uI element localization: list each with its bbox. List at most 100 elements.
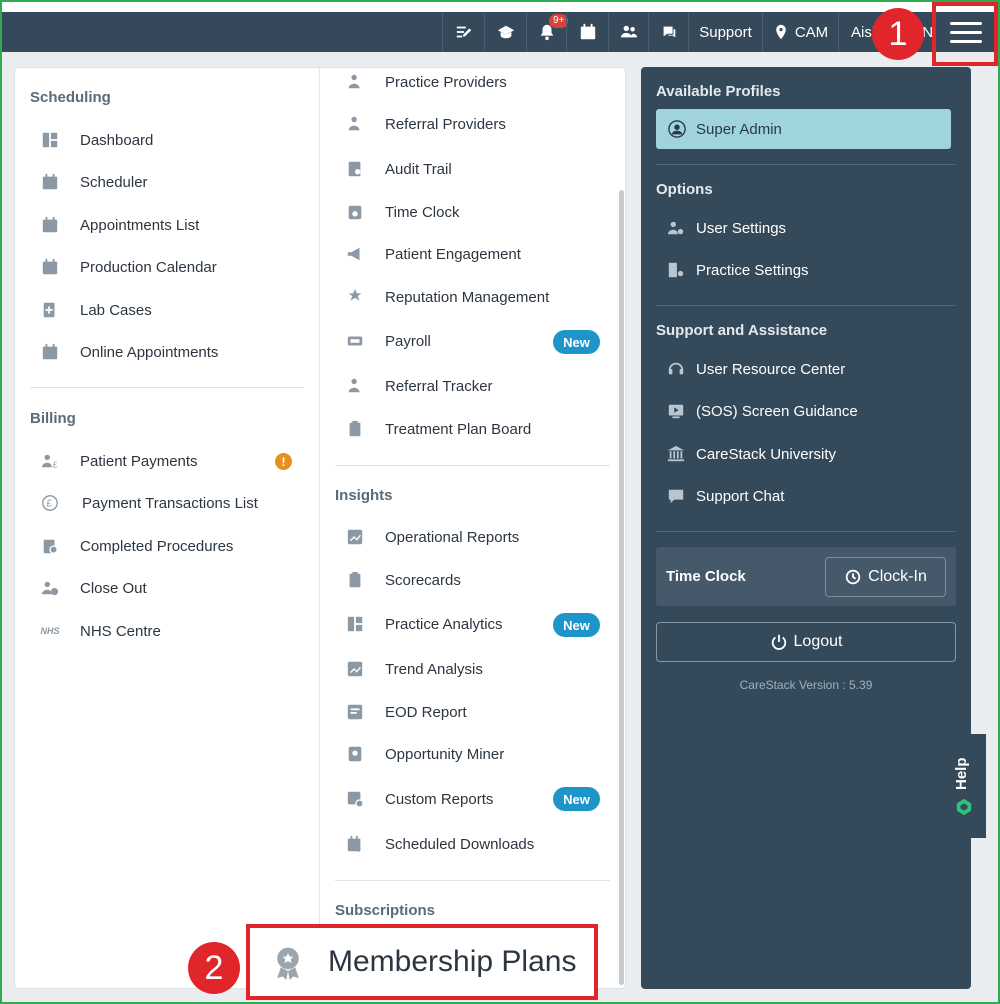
practice-settings-icon xyxy=(666,261,686,279)
user-resource-center-label: User Resource Center xyxy=(696,360,846,378)
report-icon xyxy=(345,702,365,722)
support-link[interactable]: Support xyxy=(688,12,762,52)
screen-guidance-icon xyxy=(666,402,686,420)
help-label: Help xyxy=(953,757,970,790)
annotation-box-1 xyxy=(932,2,998,66)
clipboard-icon xyxy=(345,419,365,439)
menu-item-label: Lab Cases xyxy=(80,301,152,319)
user-circle-icon xyxy=(668,120,686,138)
profile-label: Super Admin xyxy=(696,120,782,138)
carestack-university-link[interactable]: CareStack University xyxy=(666,441,836,467)
users-icon[interactable] xyxy=(608,12,648,52)
menu-item-lab-cases[interactable]: Lab Cases xyxy=(40,296,152,324)
clock-in-label: Clock-In xyxy=(868,568,927,585)
menu-item-nhs-centre[interactable]: NHS NHS Centre xyxy=(40,617,161,645)
completed-procedures-icon xyxy=(40,536,60,556)
menu-item-practice-providers[interactable]: Practice Providers xyxy=(345,68,507,96)
menu-item-label: NHS Centre xyxy=(80,622,161,640)
menu-item-label: Close Out xyxy=(80,579,147,597)
divider xyxy=(335,880,610,881)
screen-guidance-label: (SOS) Screen Guidance xyxy=(696,402,858,420)
power-icon xyxy=(771,634,786,650)
screen-guidance-link[interactable]: (SOS) Screen Guidance xyxy=(666,398,858,424)
location-selector[interactable]: CAM xyxy=(762,12,838,52)
menu-item-referral-providers[interactable]: Referral Providers xyxy=(345,110,506,138)
opportunity-icon xyxy=(345,744,365,764)
menu-item-label: Treatment Plan Board xyxy=(385,420,532,438)
menu-item-label: Time Clock xyxy=(385,203,460,221)
menu-item-operational-reports[interactable]: Operational Reports xyxy=(345,523,519,551)
menu-item-eod-report[interactable]: EOD Report xyxy=(345,698,467,726)
profile-panel xyxy=(641,67,971,989)
menu-item-close-out[interactable]: Close Out xyxy=(40,574,147,602)
menu-item-scheduled-downloads[interactable]: Scheduled Downloads xyxy=(345,830,534,858)
annotation-box-2 xyxy=(246,924,598,1000)
graduation-cap-icon[interactable] xyxy=(484,12,526,52)
alert-icon: ! xyxy=(275,453,292,470)
menu-item-online-appointments[interactable]: Online Appointments xyxy=(40,338,218,366)
carestack-university-label: CareStack University xyxy=(696,445,837,463)
payroll-icon xyxy=(345,331,365,351)
menu-item-patient-payments[interactable]: £ Patient Payments xyxy=(40,447,198,475)
scheduling-title: Scheduling xyxy=(30,89,111,106)
online-appointments-icon xyxy=(40,342,60,362)
menu-item-appointments-list[interactable]: Appointments List xyxy=(40,211,199,239)
menu-item-scorecards[interactable]: Scorecards xyxy=(345,566,461,594)
menu-item-production-calendar[interactable]: Production Calendar xyxy=(40,253,217,281)
close-out-icon xyxy=(40,578,60,598)
menu-item-label: Scorecards xyxy=(385,571,461,589)
menu-item-practice-analytics[interactable]: Practice Analytics xyxy=(345,610,503,638)
edit-list-icon[interactable] xyxy=(442,12,484,52)
menu-item-label: Online Appointments xyxy=(80,343,219,361)
logout-button[interactable]: Logout xyxy=(656,622,956,662)
support-chat-label: Support Chat xyxy=(696,487,785,505)
menu-item-label: Practice Providers xyxy=(385,73,507,91)
appointments-list-icon xyxy=(40,215,60,235)
menu-item-label: Patient Payments xyxy=(80,452,198,470)
practice-settings-link[interactable]: Practice Settings xyxy=(666,257,809,283)
location-label: CAM xyxy=(794,23,829,41)
menu-item-custom-reports[interactable]: Custom Reports xyxy=(345,785,493,813)
menu-item-audit-trail[interactable]: Audit Trail xyxy=(345,155,452,183)
menu-item-label: Payment Transactions List xyxy=(82,494,258,512)
menu-item-referral-tracker[interactable]: Referral Tracker xyxy=(345,372,493,400)
calendar-icon[interactable] xyxy=(566,12,608,52)
menu-item-label: Completed Procedures xyxy=(80,537,234,555)
location-pin-icon xyxy=(776,24,786,40)
menu-item-dashboard[interactable]: Dashboard xyxy=(40,126,153,154)
menu-item-label: Production Calendar xyxy=(80,258,217,276)
menu-scrollbar[interactable] xyxy=(619,190,624,985)
profile-super-admin[interactable]: Super Admin xyxy=(656,109,951,149)
menu-item-time-clock[interactable]: Time Clock xyxy=(345,198,459,226)
new-badge: New xyxy=(553,787,600,811)
clock-in-button[interactable]: Clock-In xyxy=(825,557,946,597)
menu-item-payroll[interactable]: Payroll xyxy=(345,327,431,355)
patient-payments-icon: £ xyxy=(40,451,60,471)
insights-title: Insights xyxy=(335,487,393,504)
menu-item-label: EOD Report xyxy=(385,703,467,721)
menu-item-trend-analysis[interactable]: Trend Analysis xyxy=(345,655,483,683)
menu-item-payment-transactions[interactable]: £ Payment Transactions List xyxy=(40,489,258,517)
menu-item-scheduler[interactable]: Scheduler xyxy=(40,168,148,196)
support-title: Support and Assistance xyxy=(656,322,828,339)
providers-icon xyxy=(345,72,365,92)
practice-settings-label: Practice Settings xyxy=(696,261,809,279)
divider xyxy=(30,387,304,388)
user-settings-link[interactable]: User Settings xyxy=(666,215,786,241)
messages-icon[interactable] xyxy=(648,12,688,52)
menu-item-opportunity-miner[interactable]: Opportunity Miner xyxy=(345,740,504,768)
support-chat-link[interactable]: Support Chat xyxy=(666,483,784,509)
menu-item-patient-engagement[interactable]: Patient Engagement xyxy=(345,240,521,268)
nhs-icon: NHS xyxy=(40,626,60,636)
menu-item-reputation-management[interactable]: Reputation Management xyxy=(345,283,549,311)
menu-item-label: Trend Analysis xyxy=(385,660,483,678)
annotation-number-1: 1 xyxy=(872,8,924,60)
menu-item-completed-procedures[interactable]: Completed Procedures xyxy=(40,532,233,560)
menu-item-label: Referral Tracker xyxy=(385,377,493,395)
time-clock-title: Time Clock xyxy=(666,568,746,585)
help-tab[interactable]: Help xyxy=(944,734,986,838)
divider xyxy=(335,465,610,466)
notifications-bell-icon[interactable]: 9+ xyxy=(526,12,569,52)
menu-item-treatment-plan-board[interactable]: Treatment Plan Board xyxy=(345,415,531,443)
user-resource-center-link[interactable]: User Resource Center xyxy=(666,356,845,382)
